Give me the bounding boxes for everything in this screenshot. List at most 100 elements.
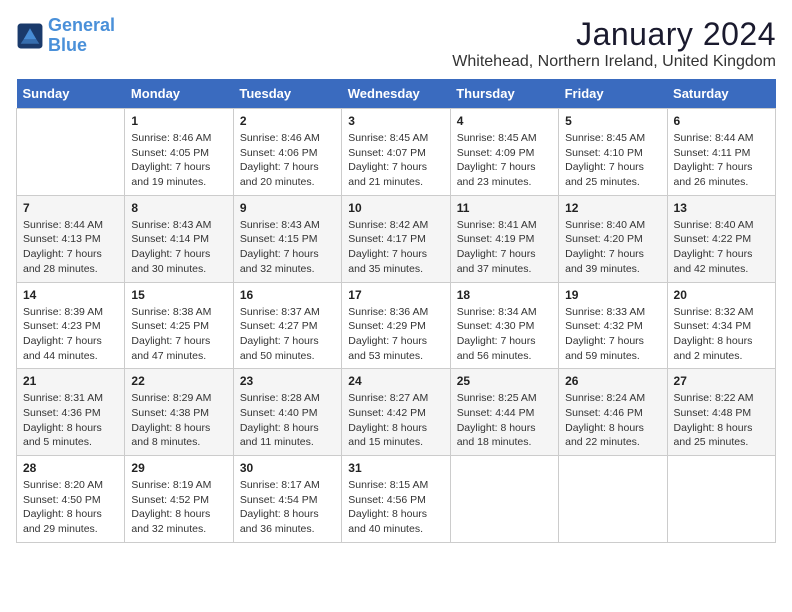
week-row-1: 1 Sunrise: 8:46 AMSunset: 4:05 PMDaylight…: [17, 109, 776, 196]
cell-content: Sunrise: 8:22 AMSunset: 4:48 PMDaylight:…: [674, 391, 769, 450]
cell-content: Sunrise: 8:36 AMSunset: 4:29 PMDaylight:…: [348, 305, 443, 364]
cell-content: Sunrise: 8:41 AMSunset: 4:19 PMDaylight:…: [457, 218, 552, 277]
cell-content: Sunrise: 8:37 AMSunset: 4:27 PMDaylight:…: [240, 305, 335, 364]
logo-icon: [16, 22, 44, 50]
calendar-cell: [559, 456, 667, 543]
calendar-cell: 25Sunrise: 8:25 AMSunset: 4:44 PMDayligh…: [450, 369, 558, 456]
calendar-cell: [17, 109, 125, 196]
calendar-cell: 18Sunrise: 8:34 AMSunset: 4:30 PMDayligh…: [450, 282, 558, 369]
day-number: 27: [674, 374, 769, 388]
cell-content: Sunrise: 8:46 AMSunset: 4:06 PMDaylight:…: [240, 131, 335, 190]
day-number: 6: [674, 114, 769, 128]
day-number: 21: [23, 374, 118, 388]
calendar-cell: 19 Sunrise: 8:33 AMSunset: 4:32 PMDayligh…: [559, 282, 667, 369]
logo-blue: Blue: [48, 35, 87, 55]
calendar-cell: 24 Sunrise: 8:27 AMSunset: 4:42 PMDayligh…: [342, 369, 450, 456]
calendar-cell: 3 Sunrise: 8:45 AMSunset: 4:07 PMDaylight…: [342, 109, 450, 196]
day-number: 25: [457, 374, 552, 388]
calendar-cell: 22 Sunrise: 8:29 AMSunset: 4:38 PMDayligh…: [125, 369, 233, 456]
day-number: 22: [131, 374, 226, 388]
cell-content: Sunrise: 8:38 AMSunset: 4:25 PMDaylight:…: [131, 305, 226, 364]
day-number: 24: [348, 374, 443, 388]
calendar-cell: 10 Sunrise: 8:42 AMSunset: 4:17 PMDayligh…: [342, 195, 450, 282]
calendar-cell: 5 Sunrise: 8:45 AMSunset: 4:10 PMDaylight…: [559, 109, 667, 196]
cell-content: Sunrise: 8:45 AMSunset: 4:10 PMDaylight:…: [565, 131, 660, 190]
cell-content: Sunrise: 8:39 AMSunset: 4:23 PMDaylight:…: [23, 305, 118, 364]
header-row: SundayMondayTuesdayWednesdayThursdayFrid…: [17, 79, 776, 109]
cell-content: Sunrise: 8:19 AMSunset: 4:52 PMDaylight:…: [131, 478, 226, 537]
calendar-cell: 21 Sunrise: 8:31 AMSunset: 4:36 PMDayligh…: [17, 369, 125, 456]
day-number: 28: [23, 461, 118, 475]
day-number: 26: [565, 374, 660, 388]
calendar-cell: 27 Sunrise: 8:22 AMSunset: 4:48 PMDayligh…: [667, 369, 775, 456]
calendar-cell: 8 Sunrise: 8:43 AMSunset: 4:14 PMDaylight…: [125, 195, 233, 282]
calendar-cell: 16 Sunrise: 8:37 AMSunset: 4:27 PMDayligh…: [233, 282, 341, 369]
calendar-cell: 12Sunrise: 8:40 AMSunset: 4:20 PMDayligh…: [559, 195, 667, 282]
day-number: 17: [348, 288, 443, 302]
calendar-cell: 14Sunrise: 8:39 AMSunset: 4:23 PMDayligh…: [17, 282, 125, 369]
week-row-3: 14Sunrise: 8:39 AMSunset: 4:23 PMDayligh…: [17, 282, 776, 369]
week-row-5: 28 Sunrise: 8:20 AMSunset: 4:50 PMDayligh…: [17, 456, 776, 543]
week-row-4: 21 Sunrise: 8:31 AMSunset: 4:36 PMDayligh…: [17, 369, 776, 456]
logo-general: General: [48, 15, 115, 35]
cell-content: Sunrise: 8:20 AMSunset: 4:50 PMDaylight:…: [23, 478, 118, 537]
cell-content: Sunrise: 8:42 AMSunset: 4:17 PMDaylight:…: [348, 218, 443, 277]
calendar-cell: 23Sunrise: 8:28 AMSunset: 4:40 PMDayligh…: [233, 369, 341, 456]
header-saturday: Saturday: [667, 79, 775, 109]
cell-content: Sunrise: 8:29 AMSunset: 4:38 PMDaylight:…: [131, 391, 226, 450]
day-number: 29: [131, 461, 226, 475]
cell-content: Sunrise: 8:44 AMSunset: 4:13 PMDaylight:…: [23, 218, 118, 277]
day-number: 15: [131, 288, 226, 302]
day-number: 31: [348, 461, 443, 475]
calendar-cell: 7Sunrise: 8:44 AMSunset: 4:13 PMDaylight…: [17, 195, 125, 282]
day-number: 13: [674, 201, 769, 215]
day-number: 10: [348, 201, 443, 215]
calendar-cell: 2 Sunrise: 8:46 AMSunset: 4:06 PMDaylight…: [233, 109, 341, 196]
calendar-cell: 15 Sunrise: 8:38 AMSunset: 4:25 PMDayligh…: [125, 282, 233, 369]
day-number: 20: [674, 288, 769, 302]
calendar-cell: 4Sunrise: 8:45 AMSunset: 4:09 PMDaylight…: [450, 109, 558, 196]
week-row-2: 7Sunrise: 8:44 AMSunset: 4:13 PMDaylight…: [17, 195, 776, 282]
header-friday: Friday: [559, 79, 667, 109]
calendar-cell: 6 Sunrise: 8:44 AMSunset: 4:11 PMDaylight…: [667, 109, 775, 196]
day-number: 30: [240, 461, 335, 475]
cell-content: Sunrise: 8:43 AMSunset: 4:14 PMDaylight:…: [131, 218, 226, 277]
day-number: 1: [131, 114, 226, 128]
calendar-cell: 28 Sunrise: 8:20 AMSunset: 4:50 PMDayligh…: [17, 456, 125, 543]
page-header: General Blue January 2024 Whitehead, Nor…: [16, 16, 776, 71]
calendar-cell: 29 Sunrise: 8:19 AMSunset: 4:52 PMDayligh…: [125, 456, 233, 543]
calendar-cell: 11 Sunrise: 8:41 AMSunset: 4:19 PMDayligh…: [450, 195, 558, 282]
cell-content: Sunrise: 8:40 AMSunset: 4:22 PMDaylight:…: [674, 218, 769, 277]
cell-content: Sunrise: 8:34 AMSunset: 4:30 PMDaylight:…: [457, 305, 552, 364]
cell-content: Sunrise: 8:45 AMSunset: 4:09 PMDaylight:…: [457, 131, 552, 190]
calendar-cell: 20Sunrise: 8:32 AMSunset: 4:34 PMDayligh…: [667, 282, 775, 369]
day-number: 3: [348, 114, 443, 128]
cell-content: Sunrise: 8:31 AMSunset: 4:36 PMDaylight:…: [23, 391, 118, 450]
day-number: 11: [457, 201, 552, 215]
day-number: 19: [565, 288, 660, 302]
calendar-cell: 26 Sunrise: 8:24 AMSunset: 4:46 PMDayligh…: [559, 369, 667, 456]
location-title: Whitehead, Northern Ireland, United King…: [452, 53, 776, 71]
calendar-cell: [450, 456, 558, 543]
calendar-cell: 9 Sunrise: 8:43 AMSunset: 4:15 PMDaylight…: [233, 195, 341, 282]
day-number: 5: [565, 114, 660, 128]
day-number: 16: [240, 288, 335, 302]
cell-content: Sunrise: 8:43 AMSunset: 4:15 PMDaylight:…: [240, 218, 335, 277]
cell-content: Sunrise: 8:44 AMSunset: 4:11 PMDaylight:…: [674, 131, 769, 190]
cell-content: Sunrise: 8:24 AMSunset: 4:46 PMDaylight:…: [565, 391, 660, 450]
header-sunday: Sunday: [17, 79, 125, 109]
cell-content: Sunrise: 8:27 AMSunset: 4:42 PMDaylight:…: [348, 391, 443, 450]
cell-content: Sunrise: 8:33 AMSunset: 4:32 PMDaylight:…: [565, 305, 660, 364]
day-number: 2: [240, 114, 335, 128]
title-section: January 2024 Whitehead, Northern Ireland…: [452, 16, 776, 71]
calendar-cell: 13 Sunrise: 8:40 AMSunset: 4:22 PMDayligh…: [667, 195, 775, 282]
day-number: 8: [131, 201, 226, 215]
header-monday: Monday: [125, 79, 233, 109]
cell-content: Sunrise: 8:46 AMSunset: 4:05 PMDaylight:…: [131, 131, 226, 190]
calendar-cell: 17 Sunrise: 8:36 AMSunset: 4:29 PMDayligh…: [342, 282, 450, 369]
cell-content: Sunrise: 8:45 AMSunset: 4:07 PMDaylight:…: [348, 131, 443, 190]
calendar-cell: 1 Sunrise: 8:46 AMSunset: 4:05 PMDaylight…: [125, 109, 233, 196]
day-number: 9: [240, 201, 335, 215]
day-number: 23: [240, 374, 335, 388]
header-thursday: Thursday: [450, 79, 558, 109]
